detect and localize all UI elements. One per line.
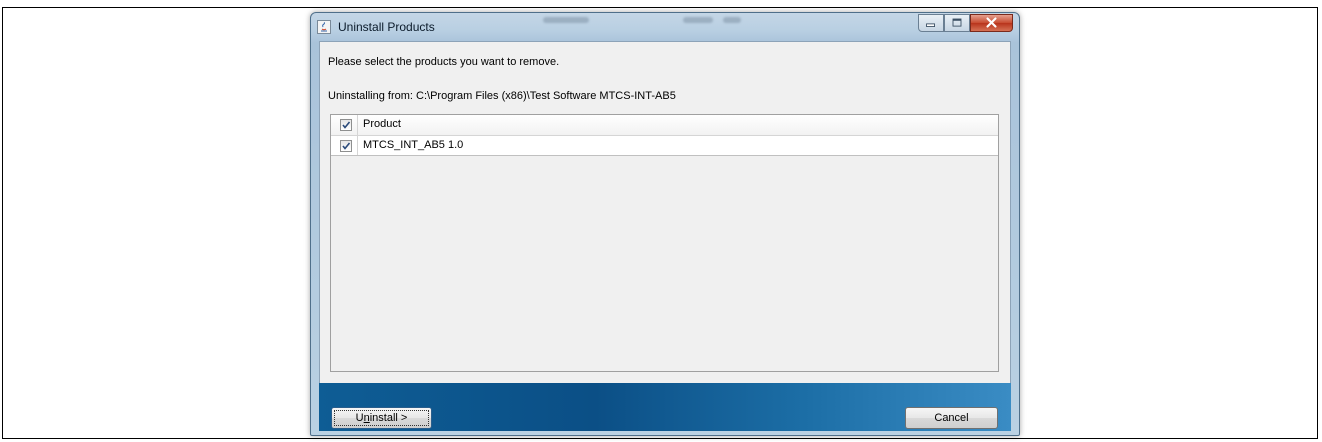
maximize-icon (952, 18, 962, 27)
table-row[interactable]: MTCS_INT_AB5 1.0 (331, 136, 998, 156)
background-blur (683, 17, 713, 23)
button-bar: Uninstall > Cancel (319, 383, 1011, 431)
minimize-button[interactable] (918, 14, 944, 32)
uninstall-dialog: Uninstall Products Please select the pro… (310, 12, 1020, 436)
title-bar[interactable]: Uninstall Products (311, 13, 1019, 41)
minimize-icon (926, 23, 935, 27)
product-table: Product MTCS_INT_AB5 1.0 (330, 114, 999, 372)
window-controls (918, 14, 1013, 32)
select-all-checkbox[interactable] (340, 119, 352, 131)
cancel-button[interactable]: Cancel (905, 407, 998, 429)
focus-rectangle (334, 410, 429, 426)
uninstall-location: Uninstalling from: C:\Program Files (x86… (328, 90, 676, 102)
checkmark-icon (342, 121, 351, 129)
close-button[interactable] (970, 14, 1013, 32)
maximize-button[interactable] (944, 14, 970, 32)
column-divider (357, 136, 358, 155)
uninstall-button[interactable]: Uninstall > (331, 407, 432, 429)
background-blur (723, 17, 741, 23)
checkmark-icon (342, 142, 351, 150)
column-header-product: Product (363, 118, 401, 130)
java-icon (317, 20, 331, 34)
background-blur (543, 17, 589, 23)
instruction-text: Please select the products you want to r… (328, 56, 560, 68)
column-divider (357, 115, 358, 135)
window-title: Uninstall Products (338, 20, 435, 34)
close-icon (986, 17, 997, 28)
product-name: MTCS_INT_AB5 1.0 (363, 139, 464, 151)
table-header: Product (331, 115, 998, 136)
dialog-content: Please select the products you want to r… (319, 41, 1011, 393)
product-checkbox[interactable] (340, 140, 352, 152)
